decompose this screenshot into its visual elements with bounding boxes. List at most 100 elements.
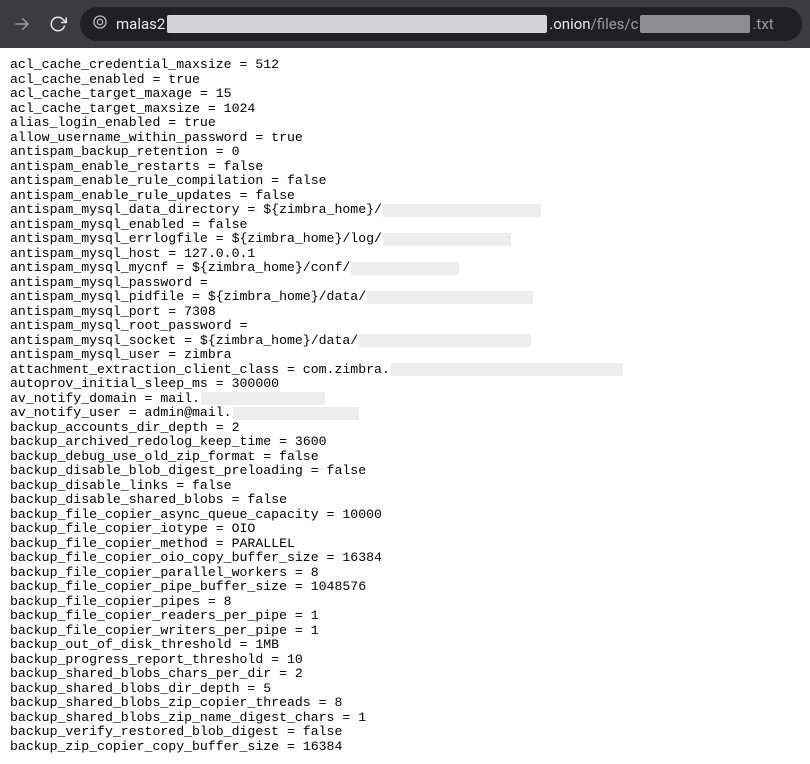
config-file-content: acl_cache_credential_maxsize = 512acl_ca… (0, 48, 810, 764)
config-text: antispam_mysql_errlogfile = ${zimbra_hom… (10, 232, 382, 247)
config-line: attachment_extraction_client_class = com… (10, 363, 800, 378)
config-line: backup_shared_blobs_zip_name_digest_char… (10, 711, 800, 726)
config-line: backup_file_copier_readers_per_pipe = 1 (10, 609, 800, 624)
config-text: backup_progress_report_threshold = 10 (10, 653, 303, 668)
config-line: av_notify_user = admin@mail. (10, 406, 800, 421)
config-line: antispam_mysql_port = 7308 (10, 305, 800, 320)
config-line: av_notify_domain = mail. (10, 392, 800, 407)
redacted-segment (201, 392, 325, 405)
config-text: backup_archived_redolog_keep_time = 3600 (10, 435, 327, 450)
config-line: backup_accounts_dir_depth = 2 (10, 421, 800, 436)
config-text: antispam_enable_restarts = false (10, 160, 263, 175)
config-text: backup_file_copier_writers_per_pipe = 1 (10, 624, 319, 639)
config-text: backup_accounts_dir_depth = 2 (10, 421, 240, 436)
config-line: autoprov_initial_sleep_ms = 300000 (10, 377, 800, 392)
config-line: antispam_mysql_pidfile = ${zimbra_home}/… (10, 290, 800, 305)
config-line: backup_shared_blobs_dir_depth = 5 (10, 682, 800, 697)
address-bar[interactable]: malas2 .onion /files/c .txt (80, 7, 802, 41)
url-ext: .txt (752, 15, 773, 33)
config-line: backup_disable_links = false (10, 479, 800, 494)
config-text: backup_file_copier_parallel_workers = 8 (10, 566, 319, 581)
config-line: backup_out_of_disk_threshold = 1MB (10, 638, 800, 653)
url-onion-tld: .onion (549, 15, 590, 33)
config-text: acl_cache_credential_maxsize = 512 (10, 58, 279, 73)
config-line: antispam_mysql_mycnf = ${zimbra_home}/co… (10, 261, 800, 276)
config-text: antispam_mysql_host = 127.0.0.1 (10, 247, 255, 262)
config-text: backup_verify_restored_blob_digest = fal… (10, 725, 342, 740)
config-line: antispam_enable_restarts = false (10, 160, 800, 175)
url-prefix: malas2 (116, 15, 165, 33)
config-text: antispam_backup_retention = 0 (10, 145, 240, 160)
config-line: antispam_enable_rule_updates = false (10, 189, 800, 204)
redacted-segment (359, 334, 531, 347)
config-line: backup_debug_use_old_zip_format = false (10, 450, 800, 465)
config-line: backup_file_copier_parallel_workers = 8 (10, 566, 800, 581)
config-text: antispam_mysql_password = (10, 276, 208, 291)
config-text: alias_login_enabled = true (10, 116, 216, 131)
reload-icon (49, 15, 67, 33)
config-text: backup_file_copier_readers_per_pipe = 1 (10, 609, 319, 624)
config-text: antispam_enable_rule_updates = false (10, 189, 295, 204)
config-text: backup_shared_blobs_dir_depth = 5 (10, 682, 271, 697)
config-line: acl_cache_enabled = true (10, 73, 800, 88)
config-text: backup_shared_blobs_chars_per_dir = 2 (10, 667, 303, 682)
config-text: antispam_mysql_port = 7308 (10, 305, 216, 320)
config-text: attachment_extraction_client_class = com… (10, 363, 390, 378)
config-line: backup_archived_redolog_keep_time = 3600 (10, 435, 800, 450)
forward-button[interactable] (8, 10, 36, 38)
config-text: backup_file_copier_pipes = 8 (10, 595, 232, 610)
config-text: backup_disable_blob_digest_preloading = … (10, 464, 366, 479)
redacted-segment (233, 407, 359, 420)
config-line: acl_cache_target_maxsize = 1024 (10, 102, 800, 117)
config-line: backup_shared_blobs_zip_copier_threads =… (10, 696, 800, 711)
config-text: antispam_mysql_enabled = false (10, 218, 247, 233)
config-text: acl_cache_enabled = true (10, 73, 200, 88)
config-text: antispam_mysql_pidfile = ${zimbra_home}/… (10, 290, 366, 305)
config-line: antispam_mysql_root_password = (10, 319, 800, 334)
config-line: acl_cache_credential_maxsize = 512 (10, 58, 800, 73)
config-line: antispam_mysql_data_directory = ${zimbra… (10, 203, 800, 218)
config-line: alias_login_enabled = true (10, 116, 800, 131)
config-line: backup_verify_restored_blob_digest = fal… (10, 725, 800, 740)
config-line: antispam_mysql_socket = ${zimbra_home}/d… (10, 334, 800, 349)
config-line: backup_shared_blobs_chars_per_dir = 2 (10, 667, 800, 682)
config-line: backup_progress_report_threshold = 10 (10, 653, 800, 668)
browser-toolbar: malas2 .onion /files/c .txt (0, 0, 810, 48)
reload-button[interactable] (44, 10, 72, 38)
config-text: backup_shared_blobs_zip_name_digest_char… (10, 711, 366, 726)
config-line: backup_file_copier_oio_copy_buffer_size … (10, 551, 800, 566)
config-line: backup_zip_copier_copy_buffer_size = 163… (10, 740, 800, 755)
redacted-segment (383, 233, 511, 246)
config-line: allow_username_within_password = true (10, 131, 800, 146)
config-text: antispam_mysql_data_directory = ${zimbra… (10, 203, 382, 218)
url-redacted-filename (640, 15, 750, 33)
config-text: backup_file_copier_oio_copy_buffer_size … (10, 551, 382, 566)
config-line: backup_disable_shared_blobs = false (10, 493, 800, 508)
config-text: antispam_mysql_user = zimbra (10, 348, 232, 363)
config-line: backup_file_copier_async_queue_capacity … (10, 508, 800, 523)
redacted-segment (351, 262, 459, 275)
config-text: backup_zip_copier_copy_buffer_size = 163… (10, 740, 342, 755)
config-text: backup_file_copier_iotype = OIO (10, 522, 255, 537)
config-line: backup_file_copier_method = PARALLEL (10, 537, 800, 552)
config-text: backup_file_copier_method = PARALLEL (10, 537, 295, 552)
config-text: av_notify_user = admin@mail. (10, 406, 232, 421)
config-line: antispam_mysql_user = zimbra (10, 348, 800, 363)
config-text: av_notify_domain = mail. (10, 392, 200, 407)
config-line: backup_file_copier_pipe_buffer_size = 10… (10, 580, 800, 595)
config-text: backup_disable_links = false (10, 479, 232, 494)
config-text: backup_file_copier_async_queue_capacity … (10, 508, 382, 523)
config-text: antispam_mysql_root_password = (10, 319, 247, 334)
site-identity-icon[interactable] (92, 14, 108, 34)
config-text: backup_debug_use_old_zip_format = false (10, 450, 319, 465)
url-redacted-segment (167, 15, 547, 33)
redacted-segment (367, 291, 533, 304)
config-line: antispam_mysql_errlogfile = ${zimbra_hom… (10, 232, 800, 247)
redacted-segment (391, 363, 623, 376)
arrow-right-icon (13, 15, 31, 33)
config-text: autoprov_initial_sleep_ms = 300000 (10, 377, 279, 392)
config-line: backup_file_copier_pipes = 8 (10, 595, 800, 610)
config-text: backup_disable_shared_blobs = false (10, 493, 287, 508)
config-line: antispam_mysql_password = (10, 276, 800, 291)
config-line: backup_file_copier_iotype = OIO (10, 522, 800, 537)
